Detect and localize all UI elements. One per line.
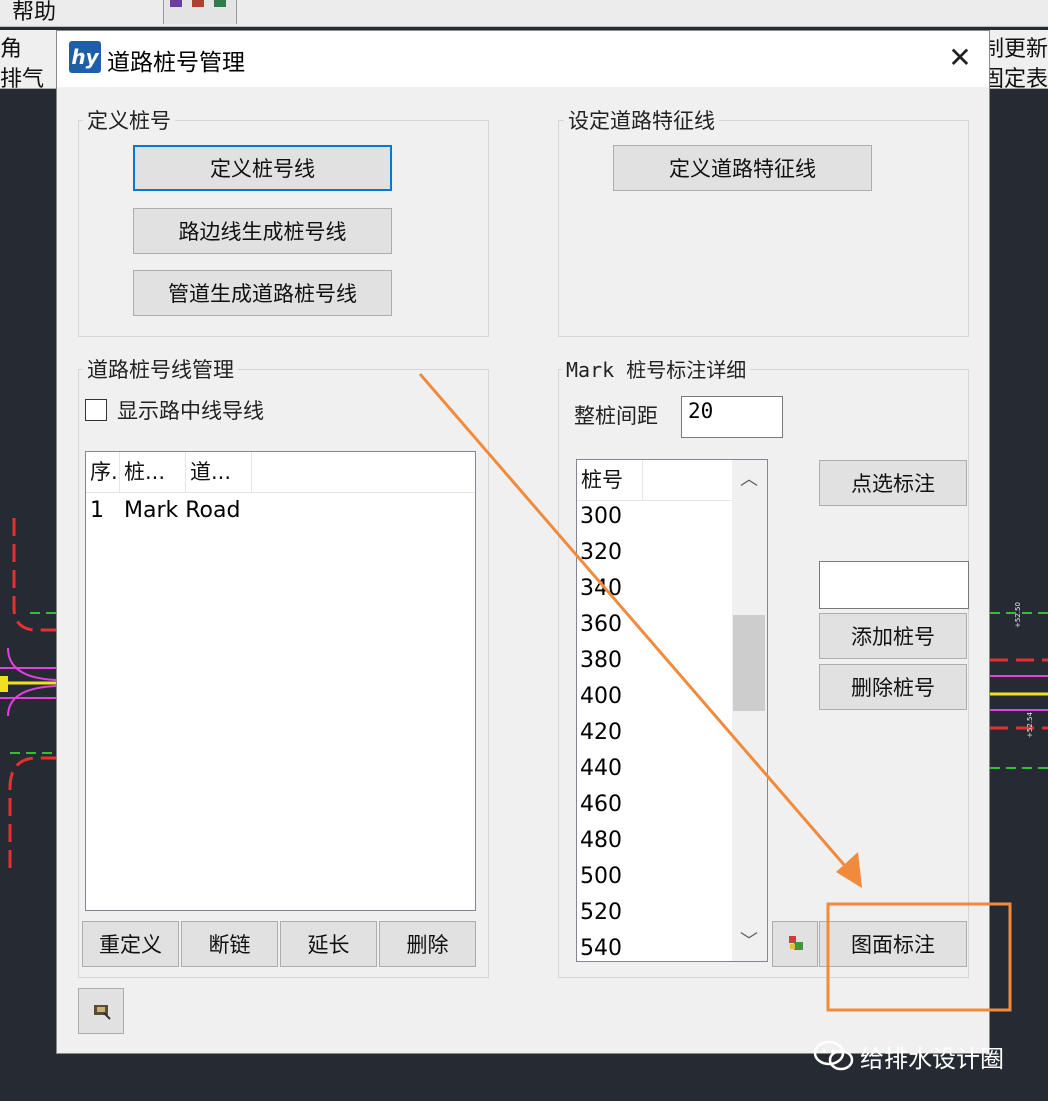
row-index: 1 [90,498,104,523]
station-value: 380 [580,648,622,673]
cad-drawing-right: +52.50 +52.54 [990,602,1048,769]
toolbar-icon-2[interactable] [192,0,204,7]
delete-station-button[interactable]: 删除桩号 [819,664,967,710]
station-list-scrollbar[interactable]: ︿ ﹀ [732,460,767,961]
road-station-dialog: hy 道路桩号管理 ✕ 定义桩号 定义桩号线 路边线生成桩号线 管道生成道路桩号… [56,30,990,1054]
strip-text: 角 [0,37,23,62]
dialog-title: 道路桩号管理 [107,50,245,76]
define-station-line-button[interactable]: 定义桩号线 [133,145,392,191]
list-header: 序. 桩... 道... [86,452,475,493]
define-station-legend: 定义桩号 [83,105,175,135]
close-icon[interactable]: ✕ [945,43,975,73]
watermark-text: 给排水设计圈 [860,1045,1004,1073]
menu-bar: 帮助 [0,0,1048,27]
station-line-manage-legend: 道路桩号线管理 [83,354,238,384]
show-centerline-checkbox[interactable] [85,399,107,421]
list-item[interactable]: 540 [577,932,733,961]
list-item[interactable]: 420 [577,716,733,752]
list-item[interactable]: 320 [577,536,733,572]
column-header-station-number[interactable]: 桩号 [577,460,643,500]
strip-text: 制更新 [981,37,1048,62]
break-chain-button[interactable]: 断链 [181,921,278,967]
list-item[interactable]: 440 [577,752,733,788]
station-value: 520 [580,900,622,925]
station-value: 360 [580,612,622,637]
row-name: Mark Road [124,498,241,523]
cad-elevation-label: +52.54 [1026,712,1034,738]
list-item[interactable]: 340 [577,572,733,608]
new-station-input[interactable] [819,561,969,609]
extend-button[interactable]: 延长 [280,921,377,967]
station-value: 540 [580,936,622,961]
mark-detail-legend: Mark 桩号标注详细 [562,354,751,383]
toolbar-icons[interactable] [163,0,237,24]
list-item[interactable]: 460 [577,788,733,824]
toolbar-icon-1[interactable] [170,0,182,7]
station-rows: 300 320 340 360 380 400 420 440 460 480 500 520 540 [577,500,733,961]
station-value: 300 [580,504,622,529]
list-item[interactable]: 500 [577,860,733,896]
select-tool-button[interactable] [772,921,818,967]
toolbar-icon-3[interactable] [214,0,226,7]
station-value: 500 [580,864,622,889]
list-item[interactable]: 360 [577,608,733,644]
table-row[interactable]: 1 Mark Road [86,494,475,530]
list-item[interactable]: 520 [577,896,733,932]
list-item[interactable]: 380 [577,644,733,680]
list-item[interactable]: 480 [577,824,733,860]
station-value: 420 [580,720,622,745]
drawing-mark-button[interactable]: 图面标注 [819,921,967,967]
list-item[interactable]: 400 [577,680,733,716]
wechat-icon [813,1040,854,1071]
pick-tool-icon [94,1005,111,1020]
watermark: 给排水设计圈 [812,1036,1042,1076]
station-line-list[interactable]: 序. 桩... 道... 1 Mark Road [85,451,476,911]
station-value: 460 [580,792,622,817]
scroll-down-icon[interactable]: ﹀ [733,926,765,958]
delete-button[interactable]: 删除 [379,921,476,967]
scroll-thumb[interactable] [733,615,765,711]
pick-mark-button[interactable]: 点选标注 [819,460,967,506]
add-station-button[interactable]: 添加桩号 [819,613,967,659]
app-logo-icon: hy [69,41,101,73]
station-value: 480 [580,828,622,853]
column-header-index[interactable]: 序. [86,452,120,492]
road-feature-legend: 设定道路特征线 [564,105,719,135]
define-road-feature-button[interactable]: 定义道路特征线 [613,145,872,191]
menu-help[interactable]: 帮助 [12,0,56,26]
station-value: 440 [580,756,622,781]
edge-generate-station-line-button[interactable]: 路边线生成桩号线 [133,208,392,254]
list-item[interactable]: 300 [577,500,733,536]
station-value: 320 [580,540,622,565]
redefine-button[interactable]: 重定义 [82,921,179,967]
station-list[interactable]: 桩号 300 320 340 360 380 400 420 440 460 480 500 520 5… [576,459,768,962]
station-list-header: 桩号 [577,460,733,501]
pick-tool-button[interactable] [78,988,124,1034]
scroll-up-icon[interactable]: ︿ [733,464,765,496]
pipe-generate-station-line-button[interactable]: 管道生成道路桩号线 [133,270,392,316]
column-header-station[interactable]: 桩... [120,452,186,492]
dialog-titlebar[interactable]: hy 道路桩号管理 ✕ [57,31,989,87]
show-centerline-label[interactable]: 显示路中线导线 [117,395,264,425]
station-spacing-input[interactable]: 20 [681,396,783,438]
column-header-road[interactable]: 道... [186,452,252,492]
cad-drawing-left [0,518,56,868]
station-spacing-label: 整桩间距 [574,404,658,428]
station-value: 340 [580,576,622,601]
station-value: 400 [580,684,622,709]
cad-elevation-label: +52.50 [1014,602,1022,628]
select-tool-icon [789,936,803,950]
